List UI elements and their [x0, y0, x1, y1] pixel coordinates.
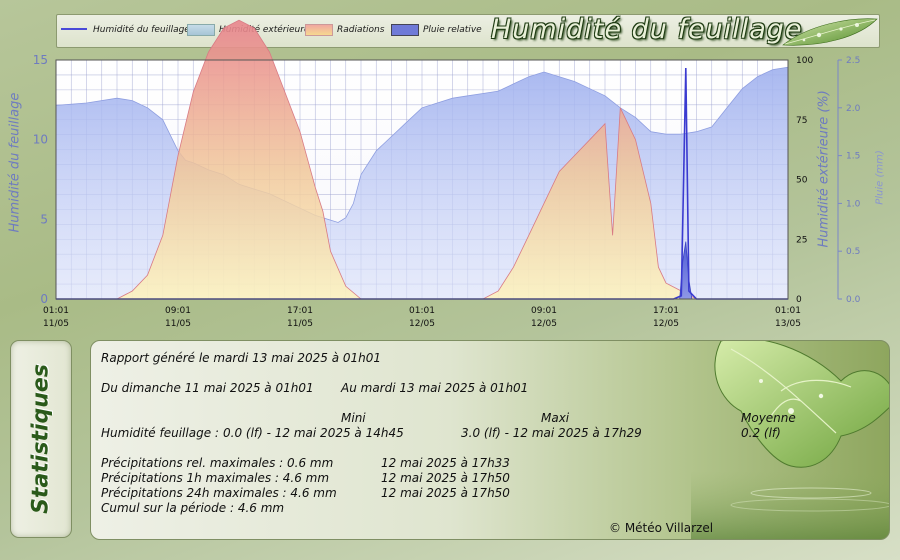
precip-rel-max: Précipitations rel. maximales : 0.6 mm — [101, 456, 334, 470]
col-avg-header: Moyenne — [741, 411, 796, 425]
x-tick-time-label: 01:01 — [409, 306, 435, 316]
y-right-axis-title: Humidité extérieure (%) — [816, 90, 832, 248]
period-to: Au mardi 13 mai 2025 à 01h01 — [341, 381, 529, 395]
x-tick-time-label: 17:01 — [287, 306, 313, 316]
copyright: © Météo Villarzel — [609, 521, 714, 535]
rain-tick-label: 0.5 — [846, 247, 860, 257]
y-left-tick-label: 15 — [33, 53, 48, 67]
precip-1h-date: 12 mai 2025 à 17h50 — [381, 471, 510, 485]
x-tick-time-label: 09:01 — [165, 306, 191, 316]
x-tick-date-label: 11/05 — [43, 319, 69, 329]
y-right-tick-label: 100 — [796, 56, 813, 66]
rain-tick-label: 1.5 — [846, 152, 860, 162]
x-tick-date-label: 11/05 — [165, 319, 191, 329]
stats-tab-label: Statistiques — [28, 364, 54, 514]
col-min-header: Mini — [341, 411, 366, 425]
x-tick-date-label: 11/05 — [287, 319, 313, 329]
precip-24h-max: Précipitations 24h maximales : 4.6 mm — [101, 486, 337, 500]
foliage-humidity-min: 0.0 (lf) - 12 mai 2025 à 14h45 — [223, 426, 404, 440]
foliage-humidity-row-label: Humidité feuillage : — [101, 426, 219, 440]
rain-axis-ticks: 0.0 0.5 1.0 1.5 2.0 2.5 — [838, 56, 861, 305]
x-tick-time-label: 17:01 — [653, 306, 679, 316]
y-left-tick-label: 0 — [40, 292, 48, 306]
rain-tick-label: 1.0 — [846, 199, 861, 209]
y-left-tick-label: 10 — [33, 133, 48, 147]
left-axis-ticks: 0 5 10 15 — [33, 53, 48, 306]
right-axis-ticks: 0 25 50 75 100 — [796, 56, 813, 305]
x-axis-ticks: 01:01 11/05 09:01 11/05 17:01 11/05 01:01 12/05… — [43, 306, 801, 329]
grape-leaf-icon — [691, 341, 889, 539]
stats-panel: Rapport généré le mardi 13 mai 2025 à 01… — [90, 340, 890, 540]
report-generated-line: Rapport généré le mardi 13 mai 2025 à 01… — [101, 351, 382, 365]
foliage-humidity-avg: 0.2 (lf) — [741, 426, 781, 440]
y-left-tick-label: 5 — [40, 212, 48, 226]
x-tick-time-label: 01:01 — [775, 306, 801, 316]
precip-rel-date: 12 mai 2025 à 17h33 — [381, 456, 510, 470]
stats-tab: Statistiques — [10, 340, 72, 538]
x-tick-time-label: 09:01 — [531, 306, 557, 316]
rain-tick-label: 2.5 — [846, 56, 860, 66]
chart-area: 0 5 10 15 0 25 50 75 100 0.0 0.5 1.0 1.5 2.0 2.5 01:… — [33, 19, 861, 329]
x-tick-date-label: 12/05 — [409, 319, 435, 329]
precip-1h-max: Précipitations 1h maximales : 4.6 mm — [101, 471, 330, 485]
foliage-humidity-max: 3.0 (lf) - 12 mai 2025 à 17h29 — [461, 426, 642, 440]
rain-axis-title: Pluie (mm) — [874, 150, 886, 205]
y-left-axis-title: Humidité du feuillage — [7, 92, 23, 233]
y-right-tick-label: 0 — [796, 295, 802, 305]
period-from: Du dimanche 11 mai 2025 à 01h01 — [101, 381, 314, 395]
x-tick-date-label: 13/05 — [775, 319, 801, 329]
x-tick-date-label: 12/05 — [653, 319, 679, 329]
precip-24h-date: 12 mai 2025 à 17h50 — [381, 486, 510, 500]
x-tick-date-label: 12/05 — [531, 319, 557, 329]
y-right-tick-label: 25 — [796, 235, 807, 245]
col-max-header: Maxi — [541, 411, 570, 425]
y-right-tick-label: 75 — [796, 116, 807, 126]
x-tick-time-label: 01:01 — [43, 306, 69, 316]
rain-tick-label: 2.0 — [846, 104, 861, 114]
rain-tick-label: 0.0 — [846, 295, 861, 305]
cumulative-precip: Cumul sur la période : 4.6 mm — [101, 501, 285, 515]
y-right-tick-label: 50 — [796, 176, 808, 186]
